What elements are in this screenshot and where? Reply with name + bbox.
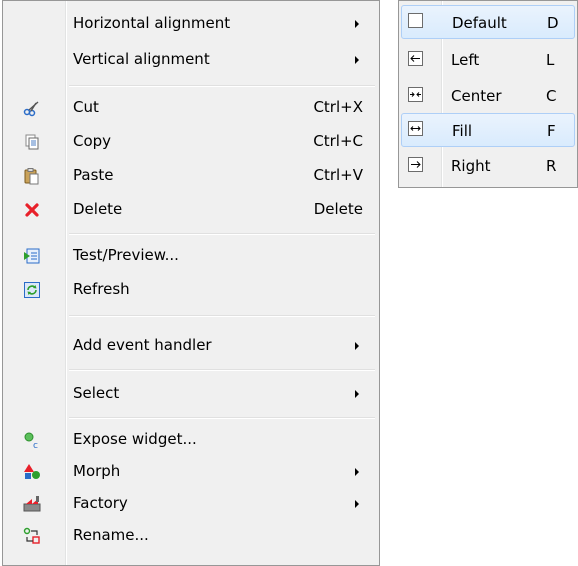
menu-item-horizontal-alignment[interactable]: Horizontal alignment: [3, 9, 379, 39]
submenu-arrow-icon: [355, 20, 359, 28]
copy-icon: [25, 134, 39, 150]
menu-item-rename[interactable]: Rename...: [3, 521, 379, 551]
menu-item-select[interactable]: Select: [3, 379, 379, 409]
submenu-item-key: R: [546, 157, 557, 175]
menu-item-label: Refresh: [73, 280, 130, 298]
submenu-item-label: Fill: [452, 122, 473, 140]
submenu-arrow-icon: [355, 56, 359, 64]
menu-separator: [69, 369, 375, 371]
menu-item-label: Horizontal alignment: [73, 14, 231, 32]
submenu-arrow-icon: [355, 468, 359, 476]
menu-item-label: Copy: [73, 132, 112, 150]
menu-item-label: Add event handler: [73, 336, 212, 354]
menu-item-morph[interactable]: Morph: [3, 457, 379, 487]
menu-item-label: Delete: [73, 200, 123, 218]
menu-item-label: Rename...: [73, 526, 149, 544]
scissors-icon: [23, 101, 39, 117]
align-right-icon: [408, 157, 423, 172]
menu-item-paste[interactable]: Paste Ctrl+V: [3, 161, 379, 191]
menu-item-test-preview[interactable]: Test/Preview...: [3, 241, 379, 271]
menu-separator: [69, 85, 375, 87]
submenu-item-fill[interactable]: Fill F: [401, 113, 575, 147]
submenu-item-label: Center: [451, 87, 502, 105]
menu-item-label: Select: [73, 384, 120, 402]
submenu-item-key: L: [546, 51, 555, 69]
menu-item-shortcut: Ctrl+V: [313, 166, 363, 184]
align-center-icon: [408, 87, 423, 102]
context-menu: Horizontal alignment Vertical alignment …: [2, 0, 380, 566]
submenu-item-key: F: [547, 122, 556, 140]
menu-separator: [69, 417, 375, 419]
submenu-item-key: D: [547, 14, 559, 32]
menu-item-vertical-alignment[interactable]: Vertical alignment: [3, 45, 379, 75]
menu-item-shortcut: Delete: [313, 200, 363, 218]
submenu-item-label: Right: [451, 157, 491, 175]
menu-item-expose-widget[interactable]: c Expose widget...: [3, 425, 379, 455]
expose-icon: c: [24, 432, 38, 449]
menu-item-shortcut: Ctrl+C: [313, 132, 363, 150]
submenu-item-default[interactable]: Default D: [401, 5, 575, 39]
menu-separator: [69, 315, 375, 317]
preview-icon: [24, 248, 40, 264]
submenu-item-left[interactable]: Left L: [401, 43, 575, 77]
menu-item-delete[interactable]: Delete Delete: [3, 195, 379, 225]
horizontal-alignment-submenu: Default D Left L Center C Fill F Right R: [398, 0, 578, 188]
submenu-item-right[interactable]: Right R: [401, 149, 575, 183]
submenu-item-center[interactable]: Center C: [401, 79, 575, 113]
submenu-item-label: Left: [451, 51, 480, 69]
submenu-arrow-icon: [355, 500, 359, 508]
menu-item-label: Vertical alignment: [73, 50, 210, 68]
align-default-icon: [408, 13, 423, 28]
submenu-arrow-icon: [355, 342, 359, 350]
menu-separator: [69, 233, 375, 235]
align-left-icon: [408, 51, 423, 66]
menu-item-label: Factory: [73, 494, 128, 512]
svg-text:c: c: [33, 441, 38, 449]
menu-item-refresh[interactable]: Refresh: [3, 275, 379, 305]
rename-icon: [23, 527, 40, 544]
factory-icon: [23, 496, 41, 512]
submenu-item-label: Default: [452, 14, 507, 32]
menu-item-label: Test/Preview...: [73, 246, 179, 264]
refresh-icon: [24, 282, 40, 298]
submenu-arrow-icon: [355, 390, 359, 398]
submenu-item-key: C: [546, 87, 557, 105]
align-fill-icon: [408, 121, 423, 136]
delete-icon: [25, 203, 39, 217]
menu-item-label: Morph: [73, 462, 121, 480]
menu-item-copy[interactable]: Copy Ctrl+C: [3, 127, 379, 157]
menu-item-shortcut: Ctrl+X: [313, 98, 363, 116]
menu-item-factory[interactable]: Factory: [3, 489, 379, 519]
menu-item-label: Expose widget...: [73, 430, 197, 448]
morph-icon: [24, 464, 40, 479]
menu-item-label: Paste: [73, 166, 114, 184]
menu-item-add-event-handler[interactable]: Add event handler: [3, 331, 379, 361]
menu-item-cut[interactable]: Cut Ctrl+X: [3, 93, 379, 123]
menu-item-label: Cut: [73, 98, 99, 116]
paste-icon: [24, 168, 39, 185]
